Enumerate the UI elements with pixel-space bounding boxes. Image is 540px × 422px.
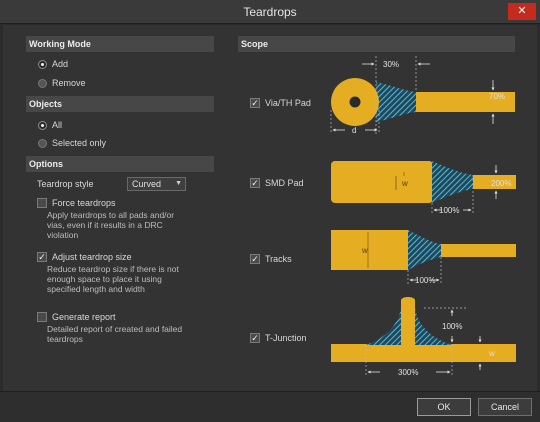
description-line: enough space to place it using [47, 274, 162, 284]
radio-button[interactable] [38, 78, 47, 88]
force-teardrops-checkbox[interactable] [37, 198, 47, 208]
objects-header: Objects [26, 96, 214, 112]
description-line: violation [47, 230, 79, 240]
description-line: Detailed report of created and failed [47, 324, 183, 334]
window-title: Teardrops [243, 5, 297, 19]
t-junction-checkbox[interactable]: ✓ [250, 333, 260, 343]
radio-button[interactable] [38, 59, 47, 69]
checkbox-label: Adjust teardrop size [52, 252, 132, 262]
ok-button[interactable]: OK [417, 398, 471, 416]
close-button[interactable]: ✕ [508, 3, 536, 20]
scope-smd-pad[interactable]: ✓ SMD Pad [250, 178, 304, 188]
force-teardrops-option[interactable]: Force teardrops [37, 198, 116, 208]
generate-report-description: Detailed report of created and failed te… [47, 324, 182, 344]
generate-report-checkbox[interactable] [37, 312, 47, 322]
adjust-teardrop-size-option[interactable]: ✓ Adjust teardrop size [37, 252, 132, 262]
description-line: vias, even if it results in a DRC [47, 220, 163, 230]
scope-header: Scope [238, 36, 515, 52]
description-line: specified length and width [47, 284, 145, 294]
cancel-button[interactable]: Cancel [478, 398, 532, 416]
scope-tracks[interactable]: ✓ Tracks [250, 254, 292, 264]
checkbox-label: Via/TH Pad [265, 98, 311, 108]
teardrop-style-label: Teardrop style [37, 179, 94, 189]
radio-label: Selected only [52, 138, 107, 148]
radio-button[interactable] [38, 120, 47, 130]
radio-remove[interactable]: Remove [38, 78, 86, 88]
radio-label: All [52, 120, 63, 130]
scope-t-junction[interactable]: ✓ T-Junction [250, 333, 307, 343]
generate-report-option[interactable]: Generate report [37, 312, 116, 322]
radio-add[interactable]: Add [38, 59, 68, 69]
description-line: teardrops [47, 334, 83, 344]
checkbox-label: Generate report [52, 312, 116, 322]
radio-all[interactable]: All [38, 120, 62, 130]
checkbox-label: SMD Pad [265, 178, 304, 188]
teardrop-style-select[interactable]: Curved ▼ [127, 177, 186, 191]
smd-pad-checkbox[interactable]: ✓ [250, 178, 260, 188]
select-value: Curved [132, 179, 162, 189]
checkbox-label: T-Junction [265, 333, 307, 343]
radio-button[interactable] [38, 138, 47, 148]
via-th-pad-checkbox[interactable]: ✓ [250, 98, 260, 108]
description-line: Apply teardrops to all pads and/or [47, 210, 175, 220]
description-line: Reduce teardrop size if there is not [47, 264, 179, 274]
radio-selected-only[interactable]: Selected only [38, 138, 106, 148]
checkbox-label: Force teardrops [52, 198, 116, 208]
scope-via-th-pad[interactable]: ✓ Via/TH Pad [250, 98, 311, 108]
adjust-teardrop-size-description: Reduce teardrop size if there is not eno… [47, 264, 179, 294]
working-mode-header: Working Mode [26, 36, 214, 52]
chevron-down-icon: ▼ [175, 180, 182, 187]
tracks-checkbox[interactable]: ✓ [250, 254, 260, 264]
adjust-teardrop-size-checkbox[interactable]: ✓ [37, 252, 47, 262]
options-header: Options [26, 156, 214, 172]
radio-label: Add [52, 59, 69, 69]
title-bar: Teardrops ✕ [0, 0, 540, 24]
force-teardrops-description: Apply teardrops to all pads and/or vias,… [47, 210, 174, 240]
checkbox-label: Tracks [265, 254, 292, 264]
radio-label: Remove [52, 78, 86, 88]
